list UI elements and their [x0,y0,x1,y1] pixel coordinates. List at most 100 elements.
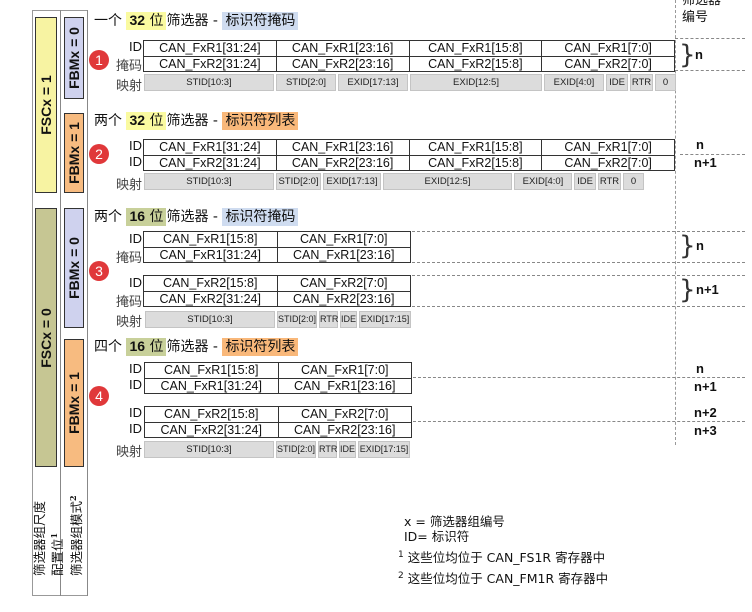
filter-bound-line [412,306,745,307]
map-label: 映射 [115,178,142,193]
register-row: CAN_FxR2[31:24] CAN_FxR2[23:16] [145,422,411,438]
bit-unit: 位 [145,209,164,225]
row-label: ID [129,377,142,392]
register-cell: CAN_FxR2[7:0] [541,156,674,171]
bit-unit: 位 [145,113,164,129]
filter-bound-line [413,421,745,422]
register-row: CAN_FxR1[31:24] CAN_FxR1[23:16] CAN_FxR1… [144,41,674,56]
fbm-label: FBMx = 1 [66,122,82,184]
map-cell: EXID[12:5] [410,74,542,91]
mode-label: 筛选器组模式2 [66,495,84,576]
register-cell: CAN_FxR2[23:16] [275,57,409,72]
row-label: 掩码 [115,295,142,310]
map-cell: EXID[4:0] [514,173,572,190]
register-cell: CAN_FxR1[15:8] [164,363,259,377]
title-rest: 筛选器 - [166,339,223,355]
filter-number: n+1 [694,379,717,394]
map-cell: STID[10:3] [145,311,275,328]
section-title: 两个 16 位筛选器 - 标识符掩码 [94,206,299,226]
map-cell: STID[10:3] [144,173,274,190]
register-cell: CAN_FxR1[15:8] [408,140,542,155]
map-cell: STID[2:0] [276,74,336,91]
title-rest: 筛选器 - [166,13,223,29]
register-row: CAN_FxR1[31:24] CAN_FxR1[23:16] [144,247,410,263]
map-cell: STID[2:0] [276,441,316,458]
fbm-bar: FBMx = 1 [64,339,84,467]
register-cell: CAN_FxR2[23:16] [276,292,411,307]
mode-highlight: 标识符掩码 [222,208,299,226]
section-title: 四个 16 位筛选器 - 标识符列表 [94,336,299,356]
frame-divider [87,10,88,596]
legend: x = 筛选器组编号 ID= 标识符 1 这些位均位于 CAN_FS1R 寄存器… [398,512,608,588]
register-cell: CAN_FxR2[23:16] [277,423,412,438]
row-label: ID [129,361,142,376]
register-row: CAN_FxR1[31:24] CAN_FxR1[23:16] CAN_FxR1… [144,140,674,155]
filter-number: n [695,47,703,62]
register-row: CAN_FxR1[31:24] CAN_FxR1[23:16] [145,378,411,394]
row-label: 掩码 [115,59,142,74]
map-cell: 0 [623,173,644,190]
register-cell: CAN_FxR1[7:0] [276,232,411,247]
filter-number: n+1 [694,155,717,170]
register-cell: CAN_FxR2[15:8] [408,156,542,171]
fsc-label: FSCx = 0 [38,307,54,368]
note-text: 这些位均位于 CAN_FM1R 寄存器中 [403,571,609,587]
register-cell: CAN_FxR2[15:8] [163,276,258,290]
map-cell: RTR [630,74,653,91]
register-cell: CAN_FxR1[15:8] [408,41,542,56]
map-cell: RTR [598,173,621,190]
fbm-bar: FBMx = 0 [64,17,84,99]
register-row: CAN_FxR2[15:8] CAN_FxR2[7:0] [145,407,411,422]
section-title: 一个 32 位筛选器 - 标识符掩码 [94,10,299,30]
bit-width: 16 [129,338,146,354]
row-label: ID [129,405,142,420]
scale-config-label: 筛选器组尺度 配置位1 [32,501,66,576]
map-cell: EXID[17:15] [358,441,410,458]
fsc-bar: FSCx = 1 [35,17,57,193]
filter-number: n [696,137,704,152]
register-cell: CAN_FxR2[15:8] [408,57,542,72]
header-line1: 筛选器 [682,0,722,8]
register-cell: CAN_FxR2[7:0] [277,407,412,422]
bit-width-highlight: 16 位 [126,338,167,356]
register-cell: CAN_FxR1[31:24] [160,379,262,393]
register-row: CAN_FxR1[15:8] CAN_FxR1[7:0] [144,232,410,247]
footnote-marker: 2 [68,495,78,501]
scale-label-line2: 配置位 [50,538,66,576]
brace-icon: } [679,40,696,70]
title-rest: 筛选器 - [166,113,223,129]
row-label: ID [129,39,142,54]
row-label: ID [129,421,142,436]
register-cell: CAN_FxR1[31:24] [159,248,261,262]
register-table: CAN_FxR2[15:8] CAN_FxR2[7:0] CAN_FxR2[31… [143,275,411,307]
map-cell: EXID[17:15] [359,311,411,328]
section-title: 两个 32 位筛选器 - 标识符列表 [94,110,299,130]
register-cell: CAN_FxR1[7:0] [541,140,674,155]
mapping-row: STID[10:3] STID[2:0] EXID[17:13] EXID[12… [144,74,676,91]
register-table: CAN_FxR1[15:8] CAN_FxR1[7:0] CAN_FxR1[31… [143,231,411,263]
fbm-bar: FBMx = 1 [64,113,84,193]
filter-number-header: 筛选器 编号 [682,0,721,26]
fbm-label: FBMx = 0 [66,27,82,89]
map-cell: IDE [339,441,356,458]
map-cell: RTR [319,311,338,328]
fbm-bar: FBMx = 0 [64,208,84,328]
register-cell: CAN_FxR2[15:8] [164,407,259,421]
map-cell: EXID[4:0] [544,74,604,91]
map-cell: EXID[12:5] [383,173,512,190]
brace-icon: } [679,275,696,305]
register-cell: CAN_FxR1[31:24] [159,41,261,55]
fsc-bar: FSCx = 0 [35,208,57,467]
map-cell: RTR [318,441,337,458]
mode-label-text: 筛选器组模式 [69,500,85,576]
row-label: ID [129,154,142,169]
row-label: ID [129,231,142,246]
register-cell: CAN_FxR1[7:0] [277,363,412,378]
row-label: 掩码 [115,251,142,266]
register-row: CAN_FxR2[15:8] CAN_FxR2[7:0] [144,276,410,291]
note-text: 这些位均位于 CAN_FS1R 寄存器中 [403,550,606,566]
title-prefix: 两个 [94,113,127,129]
mapping-row: STID[10:3] STID[2:0] RTR IDE EXID[17:15] [144,441,410,458]
map-cell: EXID[17:13] [323,173,381,190]
filter-number: n+1 [696,282,719,297]
